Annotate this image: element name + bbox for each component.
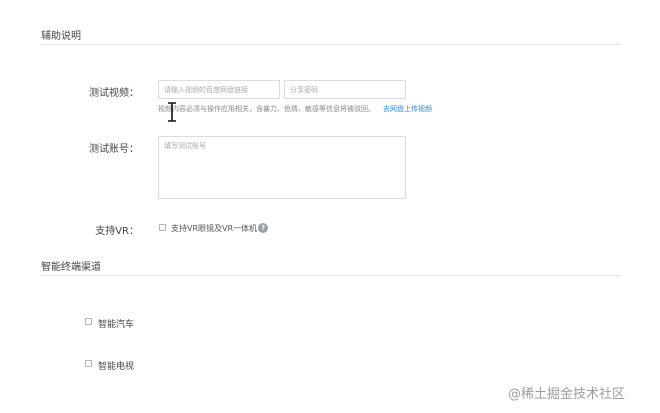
section-divider-smart (41, 275, 620, 276)
vr-label: 支持VR： (95, 226, 139, 237)
vr-checkbox[interactable] (159, 224, 166, 231)
vr-checkbox-label[interactable]: 支持VR眼镜及VR一体机 (171, 223, 257, 234)
watermark-text: @稀土掘金技术社区 (508, 387, 626, 402)
test-account-placeholder: 填写测试账号 (164, 142, 206, 150)
video-link-input[interactable]: 请输入视频的百度网盘链接 (158, 80, 280, 99)
test-account-textarea[interactable]: 填写测试账号 (158, 136, 406, 199)
smart-car-label[interactable]: 智能汽车 (98, 317, 134, 330)
smart-tv-label[interactable]: 智能电视 (98, 359, 134, 372)
share-code-input[interactable]: 分享密码 (284, 80, 406, 99)
video-hint: 视频内容必须与操作应用相关，含暴力、色情、敏感等信息将被驳回。 去网盘上传视频 (158, 104, 432, 114)
video-link-placeholder: 请输入视频的百度网盘链接 (164, 86, 248, 94)
upload-video-link[interactable]: 去网盘上传视频 (383, 105, 432, 113)
video-hint-text: 视频内容必须与操作应用相关，含暴力、色情、敏感等信息将被驳回。 (158, 105, 375, 113)
question-circle-icon[interactable]: ? (258, 223, 268, 233)
test-video-label: 测试视频： (89, 88, 139, 99)
share-code-placeholder: 分享密码 (290, 86, 318, 94)
section-title-aux: 辅助说明 (41, 31, 81, 42)
smart-car-checkbox[interactable] (85, 318, 92, 325)
text-cursor-icon (166, 102, 178, 122)
section-title-smart: 智能终端渠道 (41, 262, 101, 273)
section-divider-aux (41, 44, 620, 45)
test-account-label: 测试账号： (89, 144, 139, 155)
smart-tv-checkbox[interactable] (85, 360, 92, 367)
